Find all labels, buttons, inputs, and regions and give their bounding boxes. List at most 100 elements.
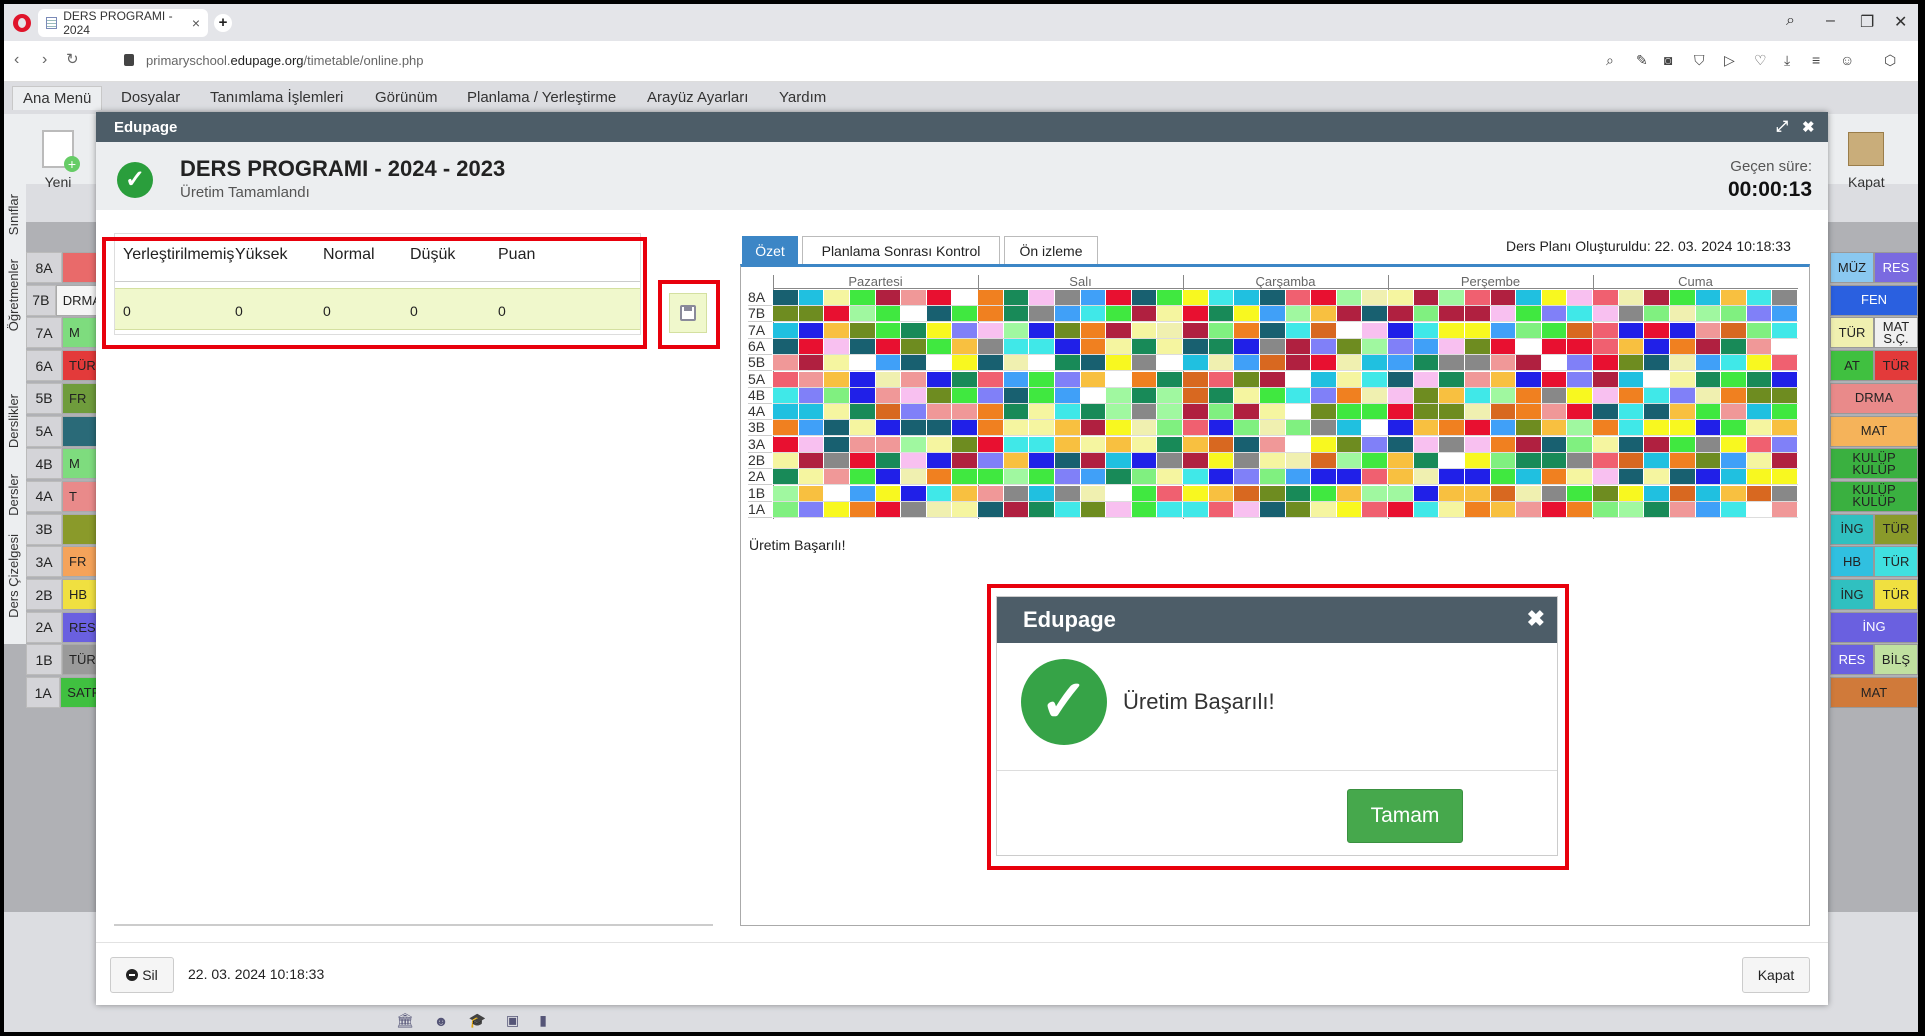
lesson-cell[interactable] [1593,290,1619,305]
bg-lesson-cell[interactable]: FEN [1830,284,1918,316]
lesson-cell[interactable] [1541,420,1568,436]
play-icon[interactable]: ▷ [1724,52,1735,69]
lesson-cell[interactable] [1439,371,1465,387]
lesson-cell[interactable] [1054,453,1081,468]
lesson-cell[interactable] [1259,485,1286,501]
board-icon[interactable]: ▣ [506,1012,519,1029]
lesson-cell[interactable] [1362,387,1388,403]
lesson-cell[interactable] [952,404,978,420]
lesson-cell[interactable] [1388,290,1414,305]
bg-class-row[interactable]: 2B HB [26,579,102,610]
lesson-cell[interactable] [1618,387,1645,403]
lesson-cell[interactable] [1234,387,1260,403]
tab-on-izleme[interactable]: Ön izleme [1004,236,1098,264]
lesson-cell[interactable] [1388,485,1414,501]
lesson-cell[interactable] [1157,322,1183,338]
lesson-cell[interactable] [1669,420,1696,436]
lesson-cell[interactable] [1106,469,1132,485]
lesson-cell[interactable] [1541,338,1568,354]
lesson-cell[interactable] [1029,404,1055,420]
lesson-cell[interactable] [1003,338,1030,354]
lesson-cell[interactable] [875,387,902,403]
lesson-cell[interactable] [1567,485,1593,501]
lesson-cell[interactable] [926,371,953,387]
delete-button[interactable]: Sil [110,957,174,993]
lesson-cell[interactable] [1541,371,1568,387]
bg-lesson-cell[interactable]: KULÜP KULÜP [1830,448,1918,480]
bg-lesson-cell[interactable]: TÜR [1874,513,1918,545]
lesson-cell[interactable] [849,436,876,452]
lesson-cell[interactable] [1131,501,1158,517]
lesson-cell[interactable] [1618,306,1645,322]
lesson-cell[interactable] [1516,290,1542,305]
lesson-cell[interactable] [1029,338,1055,354]
lesson-cell[interactable] [1593,469,1619,485]
lesson-cell[interactable] [1285,371,1312,387]
lesson-cell[interactable] [1388,501,1414,517]
lesson-cell[interactable] [1157,420,1183,436]
lesson-cell[interactable] [798,436,825,452]
lesson-cell[interactable] [1080,485,1107,501]
lesson-cell[interactable] [1464,469,1491,485]
lesson-cell[interactable] [926,338,953,354]
lesson-cell[interactable] [798,306,825,322]
lesson-cell[interactable] [1618,453,1645,468]
lesson-cell[interactable] [1054,371,1081,387]
lesson-cell[interactable] [1644,387,1670,403]
lesson-cell[interactable] [1285,387,1312,403]
lesson-cell[interactable] [1106,290,1132,305]
lesson-cell[interactable] [1183,322,1209,338]
lesson-cell[interactable] [952,485,978,501]
lesson-cell[interactable] [1721,501,1747,517]
lesson-cell[interactable] [1054,469,1081,485]
opera-logo-icon[interactable] [13,14,31,32]
lesson-cell[interactable] [875,404,902,420]
lesson-cell[interactable] [1259,338,1286,354]
lesson-cell[interactable] [1131,306,1158,322]
lesson-cell[interactable] [1311,322,1337,338]
camera-icon[interactable]: ◙ [1664,52,1672,68]
lesson-cell[interactable] [926,485,953,501]
lesson-cell[interactable] [901,469,927,485]
lesson-cell[interactable] [1362,485,1388,501]
lesson-cell[interactable] [1439,322,1465,338]
lesson-cell[interactable] [1413,436,1440,452]
lesson-cell[interactable] [798,371,825,387]
lesson-cell[interactable] [1669,485,1696,501]
lesson-cell[interactable] [1234,420,1260,436]
dialog-close-icon[interactable]: ✖ [1802,118,1815,136]
lesson-cell[interactable] [1541,404,1568,420]
lesson-cell[interactable] [1669,387,1696,403]
bg-lesson-cell[interactable]: HB [1830,546,1874,578]
lesson-cell[interactable] [901,338,927,354]
lesson-cell[interactable] [1054,436,1081,452]
lesson-cell[interactable] [1362,306,1388,322]
lesson-cell[interactable] [1311,501,1337,517]
lesson-cell[interactable] [952,453,978,468]
lesson-cell[interactable] [1029,501,1055,517]
lesson-cell[interactable] [1106,501,1132,517]
lesson-cell[interactable] [1029,453,1055,468]
lesson-cell[interactable] [1593,371,1619,387]
cube-icon[interactable]: ⬡ [1884,52,1896,69]
lesson-cell[interactable] [901,436,927,452]
lesson-cell[interactable] [1003,501,1030,517]
lesson-cell[interactable] [1285,338,1312,354]
lesson-cell[interactable] [1695,420,1722,436]
lesson-cell[interactable] [1003,404,1030,420]
lesson-cell[interactable] [1003,355,1030,371]
lesson-cell[interactable] [1029,436,1055,452]
lesson-cell[interactable] [1772,436,1798,452]
lesson-cell[interactable] [1106,322,1132,338]
lesson-cell[interactable] [1567,387,1593,403]
lesson-cell[interactable] [1208,453,1235,468]
lesson-cell[interactable] [1106,338,1132,354]
lesson-cell[interactable] [1695,306,1722,322]
lesson-cell[interactable] [1593,322,1619,338]
lesson-cell[interactable] [1695,485,1722,501]
bg-lesson-cell[interactable]: DRMA [1830,382,1918,414]
bg-class-row[interactable]: 5A [26,415,102,447]
lesson-cell[interactable] [1157,404,1183,420]
dialog-close-button[interactable]: Kapat [1742,957,1810,993]
lesson-cell[interactable] [1183,404,1209,420]
